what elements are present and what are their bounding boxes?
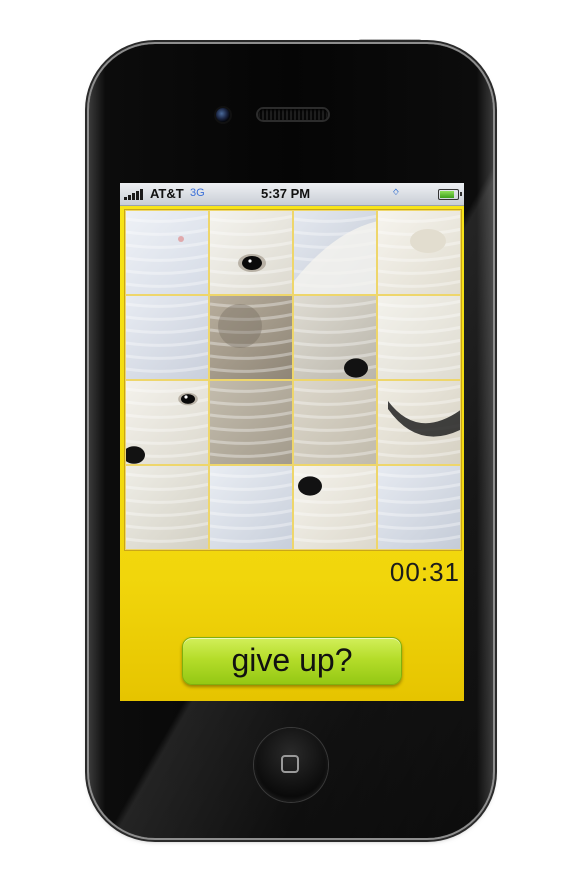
puzzle-tile[interactable] — [209, 465, 293, 550]
puzzle-board — [125, 210, 461, 550]
puzzle-tile[interactable] — [293, 380, 377, 465]
battery-level — [440, 191, 454, 198]
puzzle-tile[interactable] — [293, 465, 377, 550]
puzzle-tile[interactable] — [125, 465, 209, 550]
carrier-name: AT&T — [150, 186, 184, 201]
earpiece-speaker-icon — [258, 109, 328, 120]
puzzle-tile[interactable] — [377, 380, 461, 465]
front-camera-icon — [216, 108, 230, 122]
battery-icon — [438, 189, 462, 200]
puzzle-tile[interactable] — [293, 210, 377, 295]
puzzle-tile[interactable] — [377, 465, 461, 550]
puzzle-tile[interactable] — [209, 295, 293, 380]
game-timer: 00:31 — [389, 557, 460, 587]
puzzle-tile[interactable] — [125, 380, 209, 465]
status-bar: AT&T 3G 5:37 PM ᛜ — [120, 183, 464, 206]
puzzle-tile[interactable] — [209, 210, 293, 295]
status-time: 5:37 PM — [261, 186, 311, 201]
puzzle-tile[interactable] — [209, 380, 293, 465]
give-up-button[interactable]: give up? — [182, 637, 402, 685]
puzzle-tile[interactable] — [125, 210, 209, 295]
bluetooth-icon: ᛜ — [392, 185, 400, 200]
network-type: 3G — [190, 187, 205, 199]
home-button-icon — [281, 755, 299, 773]
puzzle-tile[interactable] — [377, 295, 461, 380]
signal-strength-icon — [124, 188, 146, 200]
puzzle-tile[interactable] — [125, 295, 209, 380]
puzzle-tile[interactable] — [293, 295, 377, 380]
puzzle-tile[interactable] — [377, 210, 461, 295]
phone-screen: AT&T 3G 5:37 PM ᛜ 00:31 give up? — [120, 183, 464, 701]
